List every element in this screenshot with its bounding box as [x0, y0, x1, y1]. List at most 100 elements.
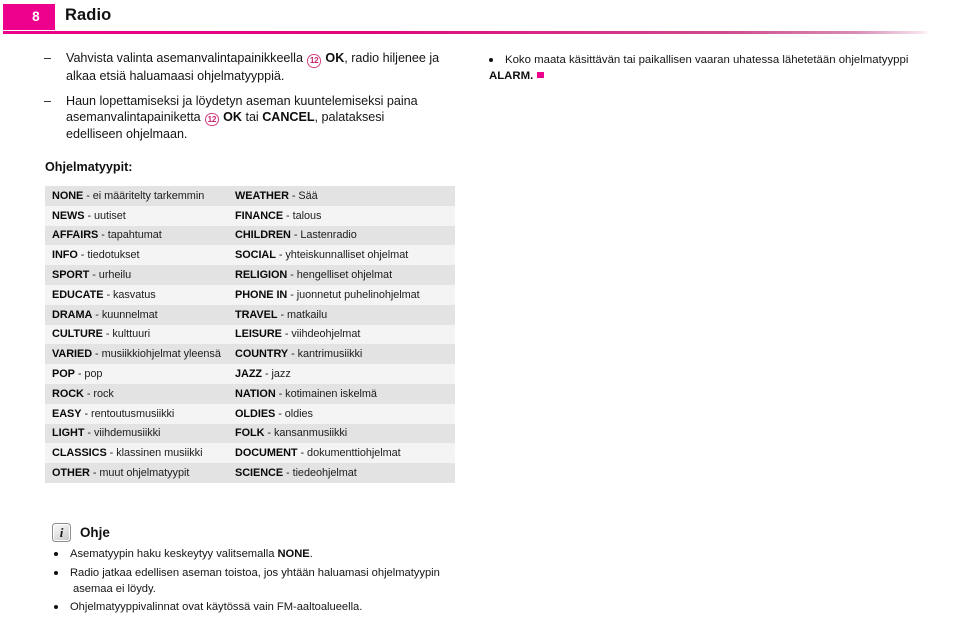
program-type-cell-right: FOLK - kansanmusiikki	[228, 424, 455, 444]
program-type-code: FINANCE	[235, 209, 284, 222]
emphasis-text: CANCEL	[262, 109, 315, 124]
program-type-description: - urheilu	[89, 269, 132, 282]
program-type-description: - Sää	[288, 189, 318, 202]
program-type-description: - kotimainen iskelmä	[275, 387, 377, 400]
program-type-description: - kasvatus	[103, 288, 156, 301]
program-type-description: - rentoutusmusiikki	[81, 407, 175, 420]
program-type-cell-right: RELIGION - hengelliset ohjelmat	[228, 265, 455, 285]
instruction-item: – Haun lopettamiseksi ja löydetyn aseman …	[42, 93, 442, 143]
table-row: CLASSICS - klassinen musiikki DOCUMENT - …	[45, 443, 455, 464]
program-type-code: RELIGION	[235, 269, 288, 282]
program-type-code: LIGHT	[52, 427, 85, 440]
program-type-code: DRAMA	[52, 308, 93, 321]
key-reference-12: 12	[307, 54, 321, 68]
program-type-cell-right: OLDIES - oldies	[228, 404, 455, 424]
program-type-description: - kansanmusiikki	[264, 427, 348, 440]
program-type-cell-right: WEATHER - Sää	[228, 186, 455, 206]
alarm-note: Koko maata käsittävän tai paikallisen va…	[489, 53, 929, 85]
table-row: OTHER - muut ohjelmatyypit SCIENCE - tied…	[45, 463, 455, 483]
program-type-cell-left: OTHER - muut ohjelmatyypit	[45, 463, 228, 483]
program-types-label: Ohjelmatyypit:	[45, 160, 133, 174]
program-type-code: OTHER	[52, 467, 90, 480]
hint-header: i Ohje	[52, 523, 482, 542]
program-type-code: EDUCATE	[52, 288, 104, 301]
hint-bullet: Ohjelmatyyppivalinnat ovat käytössä vain…	[52, 599, 482, 615]
table-row: AFFAIRS - tapahtumat CHILDREN - Lastenrad…	[45, 225, 455, 246]
program-type-cell-right: TRAVEL - matkailu	[228, 305, 455, 325]
program-type-code: DOCUMENT	[235, 447, 298, 460]
program-type-cell-left: POP - pop	[45, 364, 228, 384]
hint-title: Ohje	[80, 525, 110, 540]
program-type-code: POP	[52, 368, 75, 381]
program-type-description: - tiedeohjelmat	[283, 467, 357, 480]
body-text: Asematyypin haku keskeytyy valitsemalla	[70, 548, 278, 560]
program-type-cell-right: COUNTRY - kantrimusiikki	[228, 344, 455, 364]
program-type-code: TRAVEL	[235, 308, 278, 321]
program-type-cell-left: CLASSICS - klassinen musiikki	[45, 443, 228, 463]
program-type-cell-right: JAZZ - jazz	[228, 364, 455, 384]
hint-bullet-text: Radio jatkaa edellisen aseman toistoa, j…	[70, 567, 440, 595]
program-type-code: ROCK	[52, 387, 84, 400]
program-type-cell-left: NONE - ei määritelty tarkemmin	[45, 186, 228, 206]
program-type-cell-right: LEISURE - viihdeohjelmat	[228, 325, 455, 345]
program-type-cell-left: LIGHT - viihdemusiikki	[45, 424, 228, 444]
document-page: 8 Radio – Vahvista valinta asemanvalintap…	[0, 0, 959, 617]
table-row: EASY - rentoutusmusiikki OLDIES - oldies	[45, 403, 455, 424]
program-type-code: VARIED	[52, 348, 93, 361]
program-type-description: - juonnetut puhelinohjelmat	[287, 288, 420, 301]
program-type-cell-right: CHILDREN - Lastenradio	[228, 226, 455, 246]
program-type-code: CULTURE	[52, 328, 103, 341]
page-number: 8	[32, 9, 40, 24]
program-type-cell-right: PHONE IN - juonnetut puhelinohjelmat	[228, 285, 455, 305]
dash-marker-icon: –	[44, 93, 51, 108]
key-reference-12: 12	[205, 112, 219, 127]
program-type-cell-right: SOCIAL - yhteiskunnalliset ohjelmat	[228, 245, 455, 265]
program-type-code: WEATHER	[235, 189, 289, 202]
table-row: NEWS - uutiset FINANCE - talous	[45, 205, 455, 226]
program-type-description: - yhteiskunnalliset ohjelmat	[275, 249, 409, 262]
table-row: SPORT - urheilu RELIGION - hengelliset oh…	[45, 265, 455, 285]
hint-bullet-list: Asematyypin haku keskeytyy valitsemalla …	[52, 546, 482, 615]
program-type-cell-right: DOCUMENT - dokumenttiohjelmat	[228, 443, 455, 463]
program-type-code: AFFAIRS	[52, 229, 99, 242]
program-type-description: - kantrimusiikki	[288, 348, 363, 361]
program-type-code: SOCIAL	[235, 249, 276, 262]
table-row: POP - pop JAZZ - jazz	[45, 364, 455, 384]
alarm-note-text: Koko maata käsittävän tai paikallisen va…	[505, 54, 909, 66]
program-type-code: NEWS	[52, 209, 85, 222]
emphasis-text: OK	[321, 51, 345, 65]
program-type-cell-right: FINANCE - talous	[228, 206, 455, 226]
program-type-code: NATION	[235, 387, 276, 400]
body-text: tai	[241, 109, 263, 124]
alarm-note-bullet: Koko maata käsittävän tai paikallisen va…	[489, 53, 929, 68]
table-row: EDUCATE - kasvatus PHONE IN - juonnetut p…	[45, 284, 455, 305]
info-icon-glyph: i	[59, 525, 64, 540]
program-type-code: PHONE IN	[235, 288, 288, 301]
table-row: INFO - tiedotukset SOCIAL - yhteiskunnall…	[45, 245, 455, 266]
instruction-item: – Vahvista valinta asemanvalintapainikkee…	[42, 50, 442, 84]
program-type-description: - pop	[74, 368, 103, 381]
program-type-description: - talous	[283, 209, 322, 222]
instruction-text: Haun lopettamiseksi ja löydetyn aseman k…	[66, 94, 418, 142]
program-type-cell-left: NEWS - uutiset	[45, 206, 228, 226]
program-type-code: CHILDREN	[235, 229, 291, 242]
hint-section: i Ohje Asematyypin haku keskeytyy valits…	[52, 523, 482, 615]
bullet-dot-icon	[54, 552, 59, 557]
table-row: NONE - ei määritelty tarkemmin WEATHER - …	[45, 186, 455, 206]
program-type-code: INFO	[52, 249, 78, 262]
program-type-cell-left: INFO - tiedotukset	[45, 245, 228, 265]
program-type-code: EASY	[52, 407, 82, 420]
body-text: .	[309, 548, 313, 560]
alarm-label-line: ALARM.	[489, 69, 929, 84]
program-type-description: - Lastenradio	[290, 229, 357, 242]
program-type-description: - ei määritelty tarkemmin	[83, 189, 205, 202]
program-types-tbody: NONE - ei määritelty tarkemmin WEATHER - …	[45, 186, 455, 483]
hint-bullet-text: Asematyypin haku keskeytyy valitsemalla …	[70, 548, 313, 560]
program-type-cell-left: SPORT - urheilu	[45, 265, 228, 285]
page-title: Radio	[65, 6, 112, 24]
table-row: ROCK - rock NATION - kotimainen iskelmä	[45, 383, 455, 404]
hint-bullet: Asematyypin haku keskeytyy valitsemalla …	[52, 546, 482, 562]
body-text: Radio jatkaa edellisen aseman toistoa, j…	[70, 566, 440, 595]
program-type-description: - klassinen musiikki	[106, 447, 203, 460]
hint-bullet-text: Ohjelmatyyppivalinnat ovat käytössä vain…	[70, 601, 362, 613]
